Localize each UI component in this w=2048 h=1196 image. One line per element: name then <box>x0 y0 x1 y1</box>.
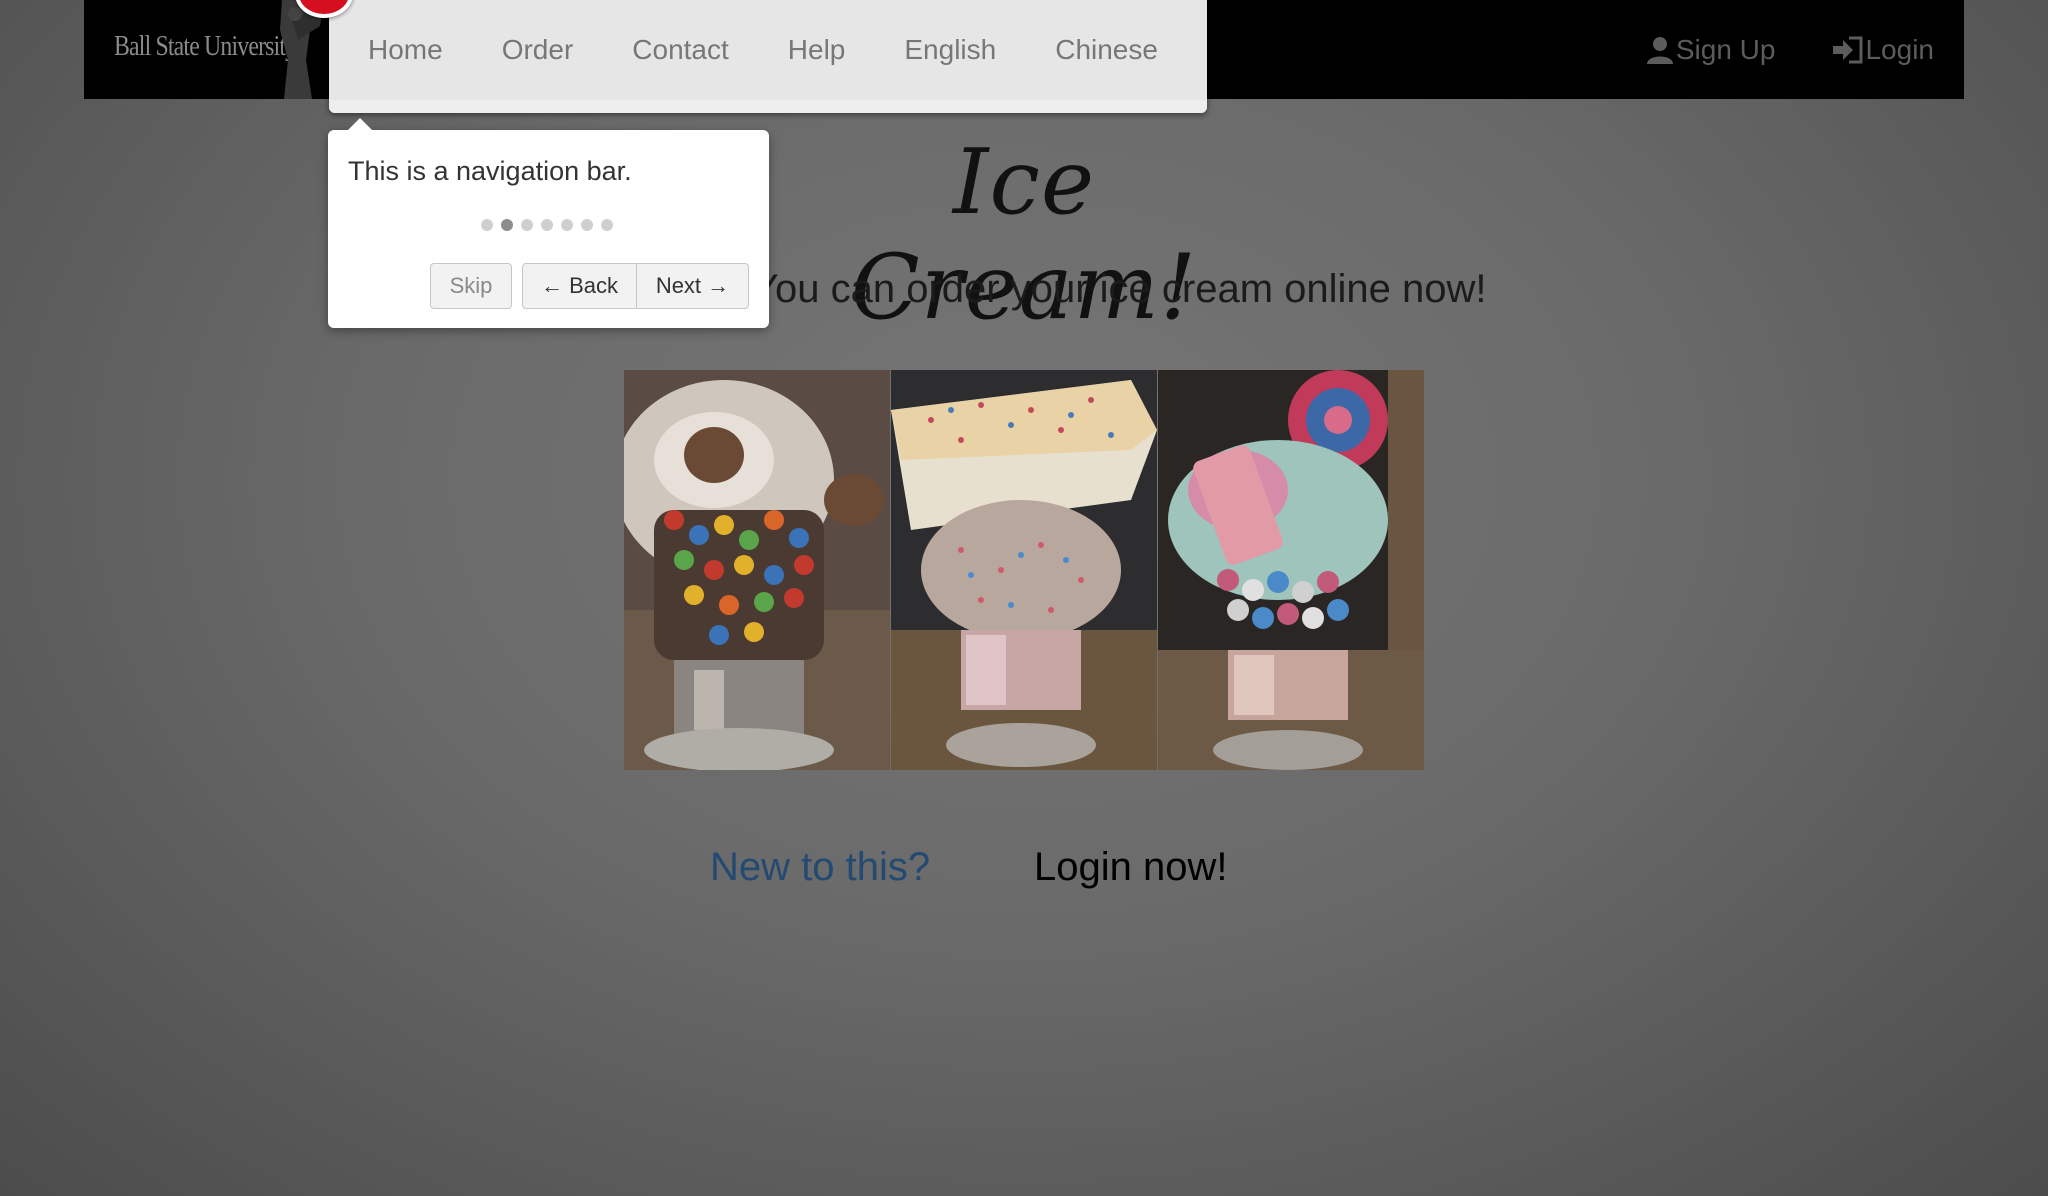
tour-step-dot[interactable] <box>521 219 533 231</box>
milkshake-photo-sprinkles <box>891 370 1157 770</box>
hero-image <box>624 370 1424 770</box>
main-menu: Home Order Contact Help English Chinese <box>329 0 1207 100</box>
tour-step-dots <box>481 219 613 231</box>
user-icon <box>1646 36 1673 64</box>
main-menu-highlight: Home Order Contact Help English Chinese <box>329 0 1207 113</box>
tour-step-dot[interactable] <box>541 219 553 231</box>
tour-popover: This is a navigation bar. Skip ← Back Ne… <box>328 118 769 328</box>
page-subtitle: You can order your ice cream online now! <box>752 267 1487 311</box>
menu-item-chinese[interactable]: Chinese <box>1055 34 1158 66</box>
tour-step-dot[interactable] <box>561 219 573 231</box>
milkshake-photo-candy <box>1158 370 1424 770</box>
sign-up-link[interactable]: Sign Up <box>1646 33 1776 66</box>
sign-up-label: Sign Up <box>1675 33 1776 65</box>
login-label: Login <box>1865 33 1934 65</box>
tour-step-dot[interactable] <box>601 219 613 231</box>
menu-item-help[interactable]: Help <box>788 34 846 66</box>
menu-item-home[interactable]: Home <box>368 34 443 66</box>
next-button[interactable]: Next → <box>636 263 749 309</box>
popover-arrow <box>348 118 372 130</box>
back-button[interactable]: ← Back <box>522 263 637 309</box>
login-link[interactable]: Login <box>1833 34 1934 66</box>
milkshake-photo-chocolate <box>624 370 890 770</box>
tour-step-dot[interactable] <box>481 219 493 231</box>
skip-button[interactable]: Skip <box>430 263 512 309</box>
tour-step-dot[interactable] <box>581 219 593 231</box>
menu-item-english[interactable]: English <box>904 34 996 66</box>
menu-item-order[interactable]: Order <box>502 34 574 66</box>
menu-item-contact[interactable]: Contact <box>632 34 729 66</box>
tour-step-dot[interactable] <box>501 219 513 231</box>
login-icon <box>1833 36 1863 63</box>
tour-message: This is a navigation bar. <box>348 156 632 186</box>
new-to-this-link[interactable]: New to this? <box>710 845 930 890</box>
login-now-link[interactable]: Login now! <box>1034 845 1227 890</box>
highlight-strip <box>329 100 1207 113</box>
